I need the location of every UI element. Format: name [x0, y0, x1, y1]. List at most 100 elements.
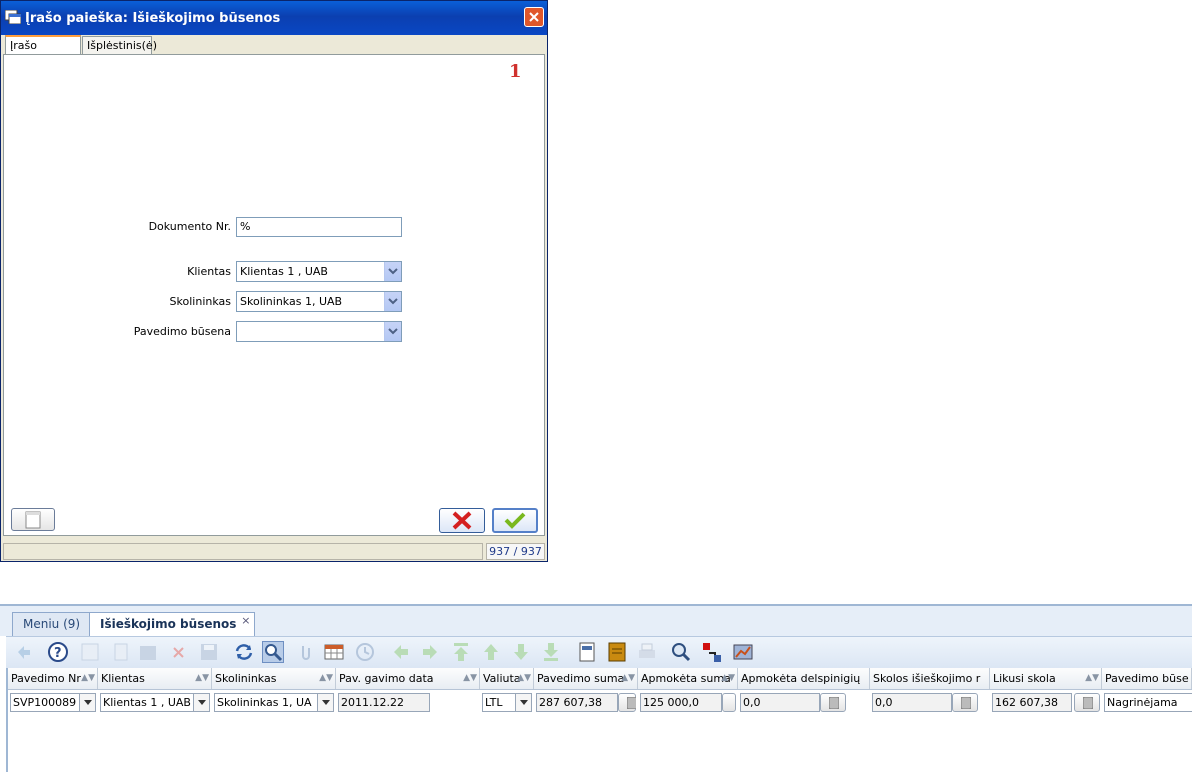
penalty-input[interactable]: 0,0 [740, 693, 820, 712]
col-header-label: Skolininkas [215, 672, 277, 685]
save-icon[interactable] [198, 641, 220, 663]
document-icon[interactable] [576, 641, 598, 663]
col-header-label: Pav. gavimo data [339, 672, 434, 685]
col-header-paid[interactable]: Apmokėta suma ▲▼ [638, 668, 738, 689]
order-nr-input[interactable]: SVP100089 [10, 693, 80, 712]
last-icon[interactable] [540, 641, 562, 663]
cell-paid[interactable]: 125 000,0 [640, 693, 736, 712]
calculator-icon[interactable] [1074, 693, 1100, 712]
table-row: SVP100089 Klientas 1 , UAB Skolininkas 1… [8, 690, 1192, 716]
recovery-input[interactable]: 0,0 [872, 693, 952, 712]
calculator-icon[interactable] [618, 693, 636, 712]
amount-input[interactable]: 287 607,38 [536, 693, 618, 712]
blank-icon[interactable] [79, 641, 101, 663]
book-icon[interactable] [606, 641, 628, 663]
table-icon[interactable] [323, 641, 345, 663]
col-header-status[interactable]: Pavedimo būse [1102, 668, 1192, 689]
col-header-label: Pavedimo Nr [11, 672, 81, 685]
debtor-input[interactable]: Skolininkas 1, UA [214, 693, 318, 712]
chevron-down-icon[interactable] [384, 322, 401, 341]
client-value: Klientas 1 , UAB [240, 265, 328, 278]
print-icon[interactable] [636, 641, 658, 663]
export-icon[interactable] [701, 641, 723, 663]
cell-penalty[interactable]: 0,0 [740, 693, 868, 712]
close-button[interactable] [524, 7, 544, 27]
up-icon[interactable] [480, 641, 502, 663]
dialog-title: Įrašo paieška: Išieškojimo būsenos [25, 11, 281, 26]
down-icon[interactable] [510, 641, 532, 663]
calculator-icon[interactable] [952, 693, 978, 712]
tab-advanced[interactable]: Išplėstinis(ė) [82, 36, 157, 54]
col-header-label: Apmokėta suma [641, 672, 731, 685]
chevron-down-icon[interactable] [317, 693, 334, 712]
document-number-input[interactable]: % [236, 217, 402, 237]
cell-date[interactable]: 2011.12.22 [338, 693, 430, 712]
cancel-icon [452, 511, 472, 530]
search-icon[interactable] [262, 641, 284, 663]
attach-icon[interactable] [294, 641, 316, 663]
col-header-remaining[interactable]: Likusi skola ▲▼ [990, 668, 1102, 689]
col-header-currency[interactable]: Valiuta ▲▼ [480, 668, 534, 689]
tab-collection-status[interactable]: Išieškojimo būsenos × [89, 610, 256, 636]
col-header-label: Apmokėta delspinigių [741, 672, 861, 685]
cell-client[interactable]: Klientas 1 , UAB [100, 693, 210, 712]
cell-debtor[interactable]: Skolininkas 1, UA [214, 693, 334, 712]
next-icon[interactable] [419, 641, 441, 663]
clock-icon[interactable] [354, 641, 376, 663]
status-label: Pavedimo būsena [133, 325, 231, 338]
calculator-icon[interactable] [722, 693, 736, 712]
cell-currency[interactable]: LTL [482, 693, 532, 712]
tab-collection-status-label: Išieškojimo būsenos [100, 617, 237, 631]
cancel-button[interactable] [439, 508, 485, 533]
status-select[interactable] [236, 321, 402, 342]
debtor-select[interactable]: Skolininkas 1, UAB [236, 291, 402, 312]
client-select[interactable]: Klientas 1 , UAB [236, 261, 402, 282]
annotation-1: 1 [509, 61, 522, 82]
help-icon[interactable]: ? [47, 641, 69, 663]
archive-icon[interactable] [137, 641, 159, 663]
chevron-down-icon[interactable] [384, 262, 401, 281]
ok-button[interactable] [492, 508, 538, 533]
chart-icon[interactable] [732, 641, 754, 663]
refresh-icon[interactable] [233, 641, 255, 663]
cell-order-nr[interactable]: SVP100089 [10, 693, 96, 712]
chevron-down-icon[interactable] [193, 693, 210, 712]
prev-icon[interactable] [390, 641, 412, 663]
cell-amount[interactable]: 287 607,38 [536, 693, 636, 712]
col-header-order-nr[interactable]: Pavedimo Nr ▲▼ [8, 668, 98, 689]
sort-icon: ▲▼ [319, 673, 333, 683]
col-header-date[interactable]: Pav. gavimo data ▲▼ [336, 668, 480, 689]
close-icon [529, 12, 539, 22]
chevron-down-icon[interactable] [384, 292, 401, 311]
date-input[interactable]: 2011.12.22 [338, 693, 430, 712]
delete-icon[interactable] [168, 641, 190, 663]
col-header-label: Klientas [101, 672, 145, 685]
cell-status[interactable]: Nagrinėjama [1104, 693, 1192, 712]
sort-icon: ▲▼ [721, 673, 735, 683]
calculator-icon[interactable] [820, 693, 846, 712]
chevron-down-icon[interactable] [79, 693, 96, 712]
col-header-amount[interactable]: Pavedimo suma ▲▼ [534, 668, 638, 689]
remaining-input[interactable]: 162 607,38 [992, 693, 1072, 712]
first-icon[interactable] [450, 641, 472, 663]
tab-record-search[interactable]: Įrašo paieška [5, 35, 81, 70]
dialog-statusbar: 937 / 937 [3, 543, 545, 560]
col-header-recovery[interactable]: Skolos išieškojimo r [870, 668, 990, 689]
copy-icon[interactable] [110, 641, 132, 663]
paid-input[interactable]: 125 000,0 [640, 693, 722, 712]
notes-button[interactable] [11, 508, 55, 531]
status-input[interactable]: Nagrinėjama [1104, 693, 1192, 712]
tab-menu[interactable]: Meniu (9) [12, 612, 92, 636]
cell-remaining[interactable]: 162 607,38 [992, 693, 1100, 712]
currency-input[interactable]: LTL [482, 693, 516, 712]
col-header-debtor[interactable]: Skolininkas ▲▼ [212, 668, 336, 689]
client-input[interactable]: Klientas 1 , UAB [100, 693, 194, 712]
cell-recovery[interactable]: 0,0 [872, 693, 988, 712]
chevron-down-icon[interactable] [515, 693, 532, 712]
close-tab-icon[interactable]: × [241, 610, 250, 632]
back-icon[interactable] [12, 641, 34, 663]
col-header-penalty[interactable]: Apmokėta delspinigių [738, 668, 870, 689]
client-label: Klientas [187, 265, 231, 278]
col-header-client[interactable]: Klientas ▲▼ [98, 668, 212, 689]
zoom-icon[interactable] [670, 641, 692, 663]
